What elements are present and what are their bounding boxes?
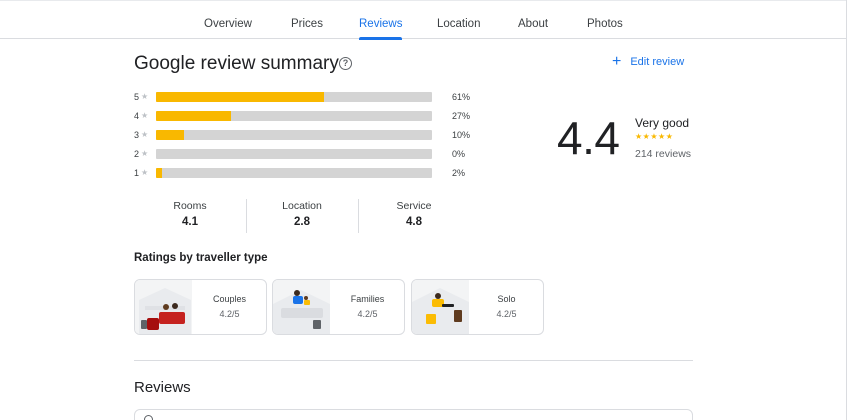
edit-review-label: Edit review: [630, 56, 685, 68]
card-score: 4.2/5: [496, 309, 517, 319]
card-score: 4.2/5: [219, 309, 240, 319]
subrating-label: Location: [282, 200, 322, 212]
star-icon: ★: [141, 149, 149, 158]
star-icon: ★: [141, 111, 149, 120]
card-score: 4.2/5: [357, 309, 378, 319]
bar-percent: 10%: [452, 130, 471, 140]
card-text: Couples 4.2/5: [192, 294, 266, 319]
bar-star-count: 1: [134, 168, 140, 178]
tab-prices[interactable]: Prices: [291, 1, 323, 40]
bar-star-count: 4: [134, 111, 140, 121]
review-summary-title: Google review summary: [134, 53, 339, 74]
subrating-value: 2.8: [294, 216, 310, 228]
card-text: Families 4.2/5: [330, 294, 404, 319]
rating-bar-3: 3 ★ 10%: [134, 129, 494, 141]
bar-star-count: 3: [134, 130, 140, 140]
traveller-card-solo[interactable]: Solo 4.2/5: [411, 279, 544, 335]
rating-bar-5: 5 ★ 61%: [134, 91, 494, 103]
bar-percent: 0%: [452, 149, 466, 159]
bar-fill: [156, 92, 325, 102]
star-icon: ★: [141, 168, 149, 177]
traveller-type-heading: Ratings by traveller type: [134, 252, 268, 264]
help-icon[interactable]: ?: [339, 57, 352, 70]
bar-percent: 2%: [452, 168, 466, 178]
bar-percent: 27%: [452, 111, 471, 121]
bar-star-count: 2: [134, 149, 140, 159]
bar-track: [156, 92, 432, 102]
bar-track: [156, 168, 432, 178]
subrating-service: Service 4.8: [358, 200, 470, 228]
subrating-label: Service: [396, 200, 432, 212]
active-tab-indicator: [359, 37, 403, 40]
tab-overview[interactable]: Overview: [204, 1, 252, 40]
reviews-search-input[interactable]: [134, 409, 693, 420]
overall-rating-text: Very good: [635, 116, 690, 130]
bar-star-count: 5: [134, 92, 140, 102]
overall-score: 4.4: [557, 112, 620, 164]
bar-track: [156, 149, 432, 159]
search-icon: [144, 415, 153, 420]
subrating-rooms: Rooms 4.1: [134, 200, 246, 228]
overall-stars-icon: ★★★★★: [635, 132, 674, 141]
tab-about[interactable]: About: [518, 1, 548, 40]
bar-track: [156, 130, 432, 140]
traveller-card-couples[interactable]: Couples 4.2/5: [134, 279, 267, 335]
rating-bar-2: 2 ★ 0%: [134, 148, 494, 160]
bar-track: [156, 111, 432, 121]
subrating-location: Location 2.8: [246, 200, 358, 228]
traveller-card-families[interactable]: Families 4.2/5: [272, 279, 405, 335]
tab-photos[interactable]: Photos: [587, 1, 623, 40]
couples-illustration: [135, 280, 192, 334]
card-label: Solo: [497, 294, 516, 304]
section-divider: [134, 360, 693, 361]
bar-percent: 61%: [452, 92, 471, 102]
card-label: Families: [350, 294, 385, 304]
reviews-heading: Reviews: [134, 379, 191, 396]
subrating-value: 4.8: [406, 216, 422, 228]
subrating-value: 4.1: [182, 216, 198, 228]
solo-illustration: [412, 280, 469, 334]
edit-review-button[interactable]: + Edit review: [612, 53, 685, 70]
rating-bar-1: 1 ★ 2%: [134, 167, 494, 179]
star-icon: ★: [141, 130, 149, 139]
subrating-label: Rooms: [173, 200, 207, 212]
card-text: Solo 4.2/5: [469, 294, 543, 319]
top-navigation: Overview Prices Reviews Location About P…: [0, 0, 847, 40]
star-icon: ★: [141, 92, 149, 101]
families-illustration: [273, 280, 330, 334]
rating-bar-4: 4 ★ 27%: [134, 110, 494, 122]
reviews-count[interactable]: 214 reviews: [635, 148, 691, 160]
tab-reviews[interactable]: Reviews: [359, 1, 403, 40]
bar-fill: [156, 130, 184, 140]
plus-icon: +: [612, 53, 622, 70]
tab-location[interactable]: Location: [437, 1, 480, 40]
bar-fill: [156, 168, 162, 178]
card-label: Couples: [212, 294, 247, 304]
bar-fill: [156, 111, 231, 121]
